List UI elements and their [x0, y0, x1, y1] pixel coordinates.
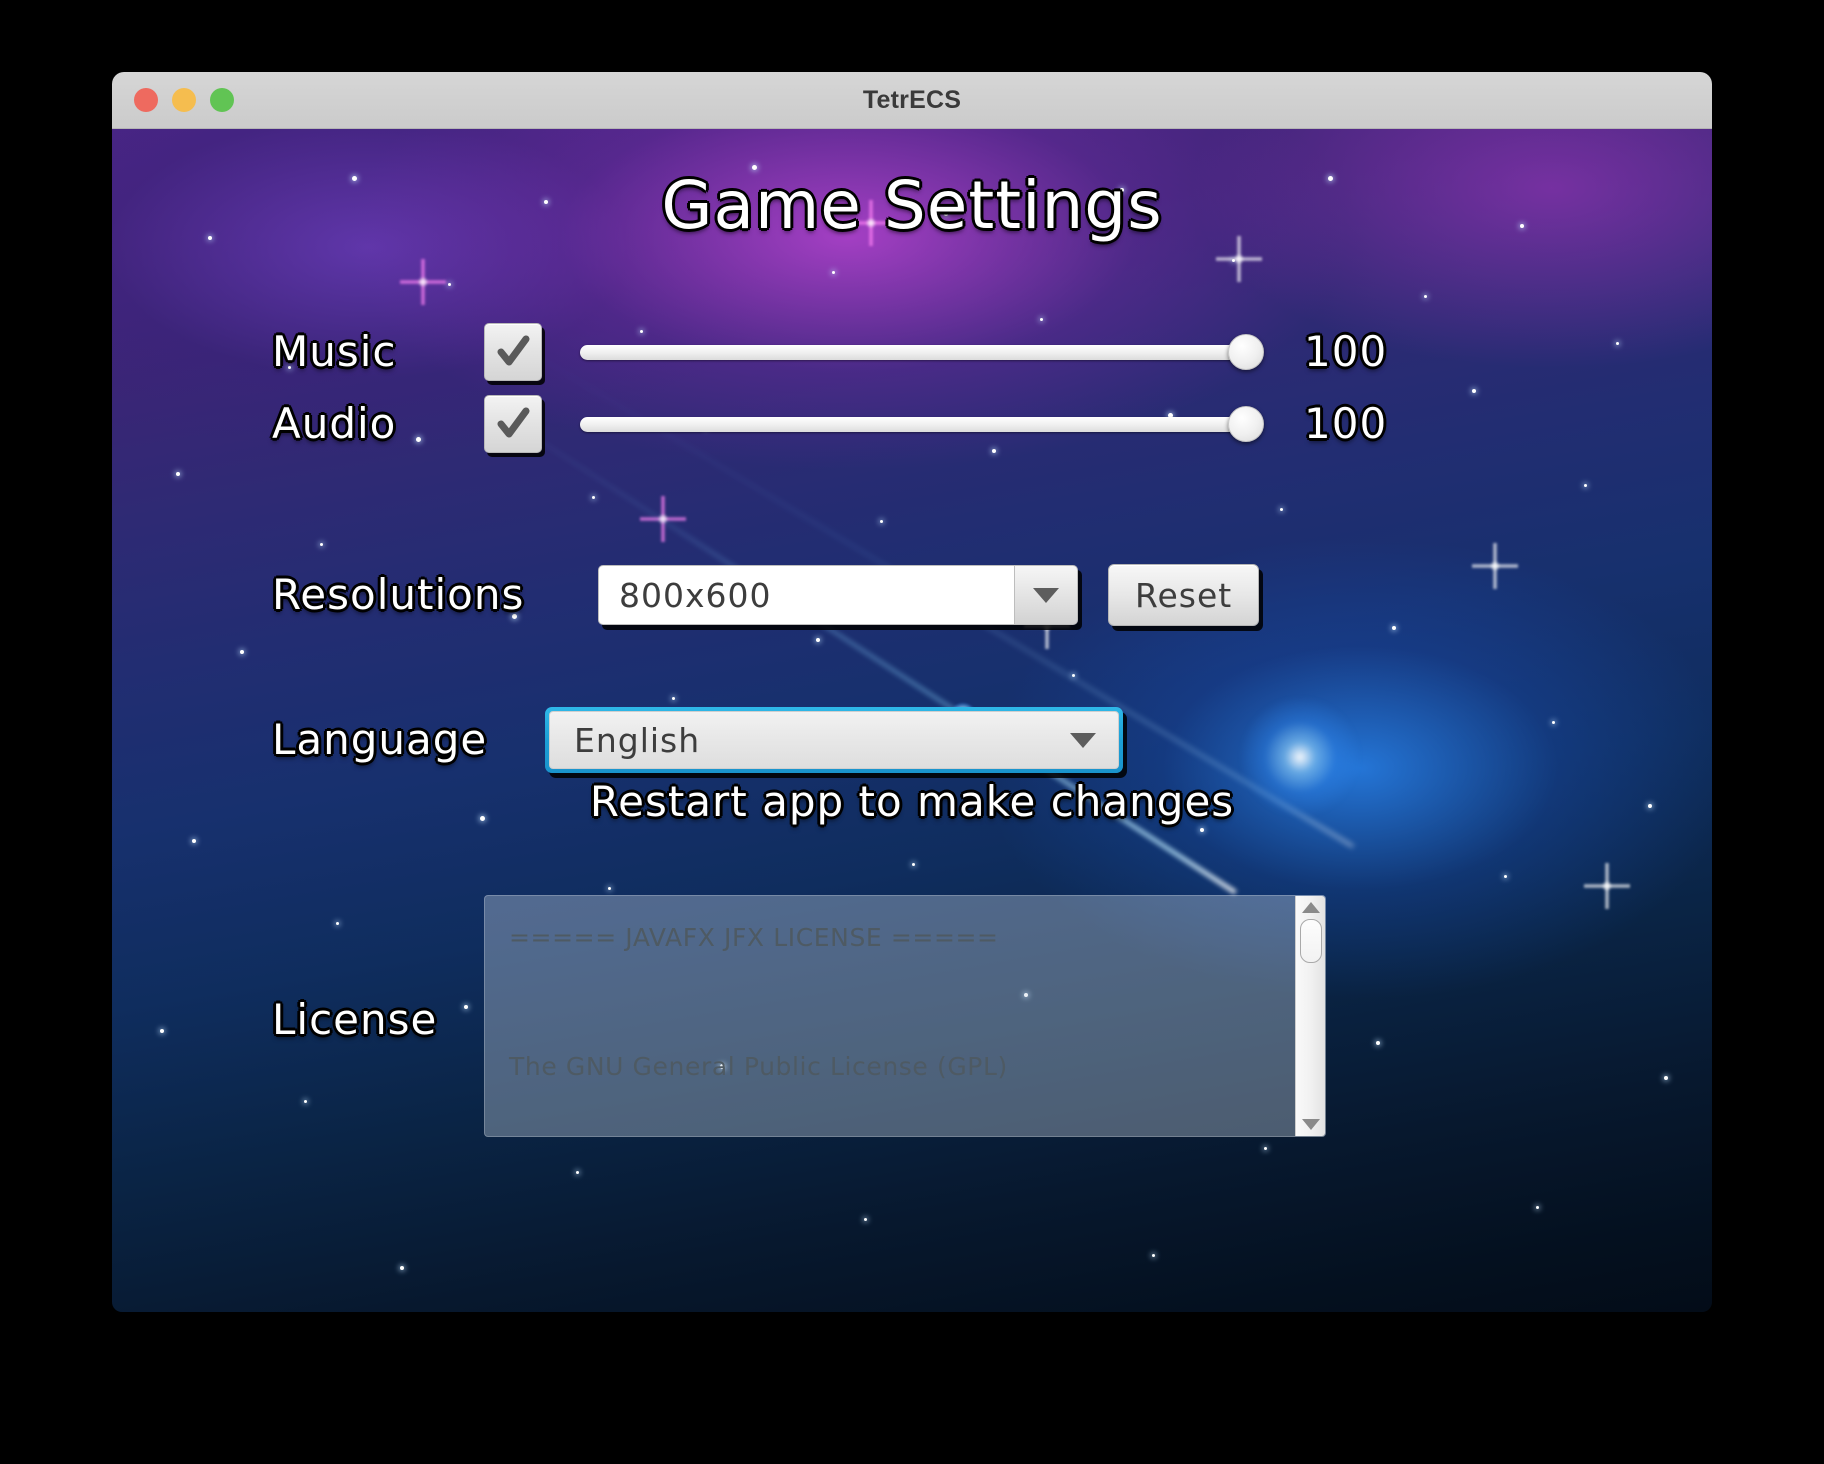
sparkle-decor: [1584, 863, 1630, 910]
music-setting-row: Music 100: [272, 323, 1414, 381]
minimize-button-icon[interactable]: [172, 88, 196, 112]
language-label: Language: [272, 715, 488, 764]
music-volume-slider[interactable]: [580, 334, 1264, 370]
zoom-button-icon[interactable]: [210, 88, 234, 112]
resolutions-setting-row: Resolutions 800x600 Reset: [272, 564, 1260, 626]
audio-checkbox[interactable]: [484, 395, 542, 453]
page-title: Game Settings: [661, 167, 1163, 244]
license-scrollbar[interactable]: [1295, 896, 1325, 1136]
language-setting-row: Language English: [272, 707, 1123, 773]
slider-track: [580, 416, 1260, 432]
sparkle-decor: [1472, 543, 1518, 590]
license-text: ===== JAVAFX JFX LICENSE ===== The GNU G…: [509, 923, 1008, 1081]
slider-knob[interactable]: [1228, 406, 1264, 442]
resolutions-label: Resolutions: [272, 570, 525, 619]
language-dropdown-inner: English: [549, 711, 1119, 769]
screen: TetrECS Game Settings Music 100 Audio 10…: [0, 0, 1824, 1464]
reset-button[interactable]: Reset: [1108, 564, 1260, 626]
restart-note: Restart app to make changes: [589, 777, 1235, 826]
audio-label: Audio: [272, 399, 397, 448]
language-value: English: [574, 720, 701, 760]
license-label: License: [272, 995, 438, 1044]
chevron-down-icon: [1033, 587, 1059, 603]
check-icon: [497, 335, 530, 366]
music-volume-value: 100: [1304, 327, 1388, 376]
music-checkbox[interactable]: [484, 323, 542, 381]
language-dropdown[interactable]: English: [545, 707, 1123, 773]
window-title: TetrECS: [862, 85, 962, 114]
scrollbar-thumb[interactable]: [1299, 919, 1322, 963]
slider-knob[interactable]: [1228, 334, 1264, 370]
scroll-up-icon[interactable]: [1301, 902, 1320, 913]
close-button-icon[interactable]: [134, 88, 158, 112]
chevron-down-icon: [1070, 732, 1096, 748]
scroll-down-icon[interactable]: [1301, 1119, 1320, 1130]
audio-setting-row: Audio 100: [272, 395, 1414, 453]
resolution-value: 800x600: [598, 565, 1014, 625]
music-label: Music: [272, 327, 397, 376]
resolution-dropdown[interactable]: 800x600: [598, 565, 1078, 625]
sparkle-decor: [1216, 235, 1262, 282]
scrollbar-track[interactable]: [1296, 913, 1325, 1119]
window-titlebar: TetrECS: [112, 72, 1712, 129]
slider-track: [580, 344, 1260, 360]
window-controls: [134, 88, 234, 112]
audio-volume-value: 100: [1304, 399, 1388, 448]
app-window: TetrECS Game Settings Music 100 Audio 10…: [112, 72, 1712, 1312]
sparkle-decor: [400, 259, 446, 306]
resolution-dropdown-toggle[interactable]: [1014, 565, 1078, 625]
license-textarea[interactable]: ===== JAVAFX JFX LICENSE ===== The GNU G…: [484, 895, 1326, 1137]
audio-volume-slider[interactable]: [580, 406, 1264, 442]
settings-scene: Game Settings Music 100 Audio 100 Resolu…: [112, 129, 1712, 1312]
check-icon: [497, 407, 530, 438]
